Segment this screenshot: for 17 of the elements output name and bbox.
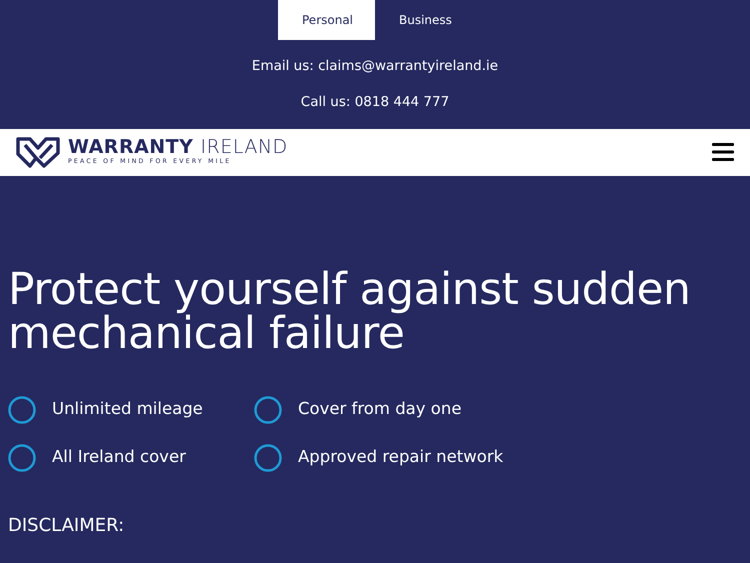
circle-icon bbox=[254, 396, 282, 424]
feature-label: Approved repair network bbox=[298, 446, 504, 468]
audience-tab[interactable]: Business bbox=[375, 0, 472, 40]
contact-line: Call us: 0818 444 777 bbox=[300, 93, 450, 112]
logo-icon bbox=[16, 136, 60, 168]
feature-label: Unlimited mileage bbox=[52, 398, 203, 420]
circle-icon bbox=[254, 444, 282, 472]
feature-label: All Ireland cover bbox=[52, 446, 186, 468]
circle-icon bbox=[8, 444, 36, 472]
contact-line: Email us: claims@warrantyireland.ie bbox=[252, 57, 498, 76]
audience-tab[interactable]: Personal bbox=[278, 0, 375, 40]
disclaimer-title: DISCLAIMER: bbox=[8, 514, 126, 538]
brand-name: WARRANTY IRELAND bbox=[68, 138, 288, 157]
circle-icon bbox=[8, 396, 36, 424]
feature-label: Cover from day one bbox=[298, 398, 462, 420]
hero-heading: Protect yourself against sudden mechanical failure bbox=[8, 268, 692, 356]
menu-icon[interactable] bbox=[712, 143, 734, 161]
